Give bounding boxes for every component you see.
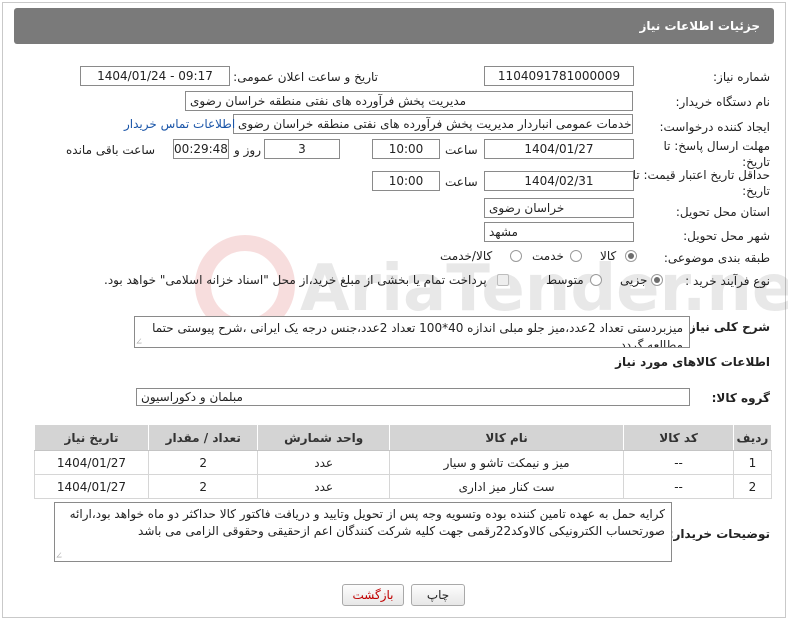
back-button[interactable]: بازگشت [342, 584, 404, 606]
category-radio-goods-service[interactable] [510, 250, 522, 262]
category-option-goods-service: کالا/خدمت [440, 249, 493, 263]
process-label: نوع فرآیند خرید : [685, 274, 770, 288]
th-unit: واحد شمارش [257, 424, 390, 451]
validity-label: حداقل تاریخ اعتبار قیمت: تا تاریخ: [632, 168, 770, 198]
table-header-row: ردیف کد کالا نام کالا واحد شمارش تعداد /… [34, 424, 773, 451]
cell-code: -- [623, 474, 734, 499]
table-row: 2 -- ست کنار میز اداری عدد 2 1404/01/27 [34, 474, 773, 499]
buyer-notes-label: توضیحات خریدار: [668, 527, 770, 541]
th-code: کد کالا [623, 424, 734, 451]
cell-date: 1404/01/27 [34, 450, 149, 475]
category-option-service: خدمت [532, 249, 564, 263]
cell-unit: عدد [257, 450, 390, 475]
validity-time-word: ساعت [445, 175, 478, 189]
need-number-label: شماره نیاز: [713, 70, 770, 84]
days-field: 3 [264, 139, 340, 159]
th-name: نام کالا [388, 424, 625, 451]
items-table: ردیف کد کالا نام کالا واحد شمارش تعداد /… [34, 424, 773, 499]
table-row: 1 -- میز و نیمکت تاشو و سیار عدد 2 1404/… [34, 450, 773, 475]
cell-date: 1404/01/27 [34, 474, 149, 499]
deadline-time-word: ساعت [445, 143, 478, 157]
cell-code: -- [623, 450, 734, 475]
deadline-label: مهلت ارسال پاسخ: تا تاریخ: [663, 139, 770, 169]
cell-qty: 2 [147, 450, 259, 475]
cell-row: 2 [732, 474, 773, 499]
validity-date-field: 1404/02/31 [484, 171, 634, 191]
cell-name: میز و نیمکت تاشو و سیار [388, 450, 625, 475]
payment-note: پرداخت تمام یا بخشی از مبلغ خرید،از محل … [104, 273, 487, 287]
contact-buyer-link[interactable]: اطلاعات تماس خریدار [124, 117, 235, 131]
buyer-notes-textarea[interactable]: کرایه حمل به عهده تامین کننده بوده وتسوی… [54, 502, 672, 562]
category-radio-goods[interactable] [625, 250, 637, 262]
deadline-time-field: 10:00 [372, 139, 440, 159]
buyer-label: نام دستگاه خریدار: [675, 95, 771, 109]
category-label: طبقه بندی موضوعی: [663, 251, 770, 265]
province-label: استان محل تحویل: [675, 205, 770, 219]
goods-group-field: مبلمان و دکوراسیون [136, 388, 690, 406]
cell-qty: 2 [147, 474, 259, 499]
process-option-medium: متوسط [546, 273, 584, 287]
category-radio-service[interactable] [570, 250, 582, 262]
cell-row: 1 [732, 450, 773, 475]
province-field: خراسان رضوی [484, 198, 634, 218]
announce-field: 1404/01/24 - 09:17 [80, 66, 230, 86]
process-radio-minor[interactable] [651, 274, 663, 286]
page-title: جزئیات اطلاعات نیاز [639, 19, 760, 33]
th-qty: تعداد / مقدار [147, 424, 259, 451]
process-radio-medium[interactable] [590, 274, 602, 286]
description-textarea[interactable]: میزبردستی تعداد 2عدد،میز جلو مبلی اندازه… [134, 316, 690, 348]
days-word: روز و [234, 143, 261, 157]
description-text: میزبردستی تعداد 2عدد،میز جلو مبلی اندازه… [152, 321, 683, 348]
page-header: جزئیات اطلاعات نیاز [14, 8, 774, 44]
resize-grip-icon[interactable] [136, 338, 146, 344]
buyer-field: مدیریت پخش فرآورده های نفتی منطقه خراسان… [185, 91, 633, 111]
category-option-goods: کالا [600, 249, 617, 263]
payment-checkbox[interactable] [497, 274, 509, 286]
remaining-field: 00:29:48 [173, 139, 229, 159]
goods-group-label: گروه کالا: [711, 391, 770, 405]
print-button[interactable]: چاپ [411, 584, 465, 606]
th-date: تاریخ نیاز [34, 424, 149, 451]
need-number-field: 1104091781000009 [484, 66, 634, 86]
creator-label: ایجاد کننده درخواست: [659, 120, 770, 134]
announce-label: تاریخ و ساعت اعلان عمومی: [233, 70, 378, 84]
remaining-word: ساعت باقی مانده [66, 143, 156, 157]
description-label: شرح کلی نیاز: [684, 320, 770, 334]
cell-unit: عدد [257, 474, 390, 499]
deadline-date-field: 1404/01/27 [484, 139, 634, 159]
creator-field: ابراهیم ذبیحی متصدی خدمات عمومی انباردار… [233, 114, 633, 134]
goods-section-title: اطلاعات کالاهای مورد نیاز [615, 355, 770, 369]
th-row: ردیف [732, 424, 773, 451]
validity-time-field: 10:00 [372, 171, 440, 191]
process-option-minor: جزیی [620, 273, 648, 287]
resize-grip-icon[interactable] [56, 552, 66, 558]
cell-name: ست کنار میز اداری [388, 474, 625, 499]
city-field: مشهد [484, 222, 634, 242]
city-label: شهر محل تحویل: [683, 229, 770, 243]
buyer-notes-text: کرایه حمل به عهده تامین کننده بوده وتسوی… [69, 507, 665, 538]
